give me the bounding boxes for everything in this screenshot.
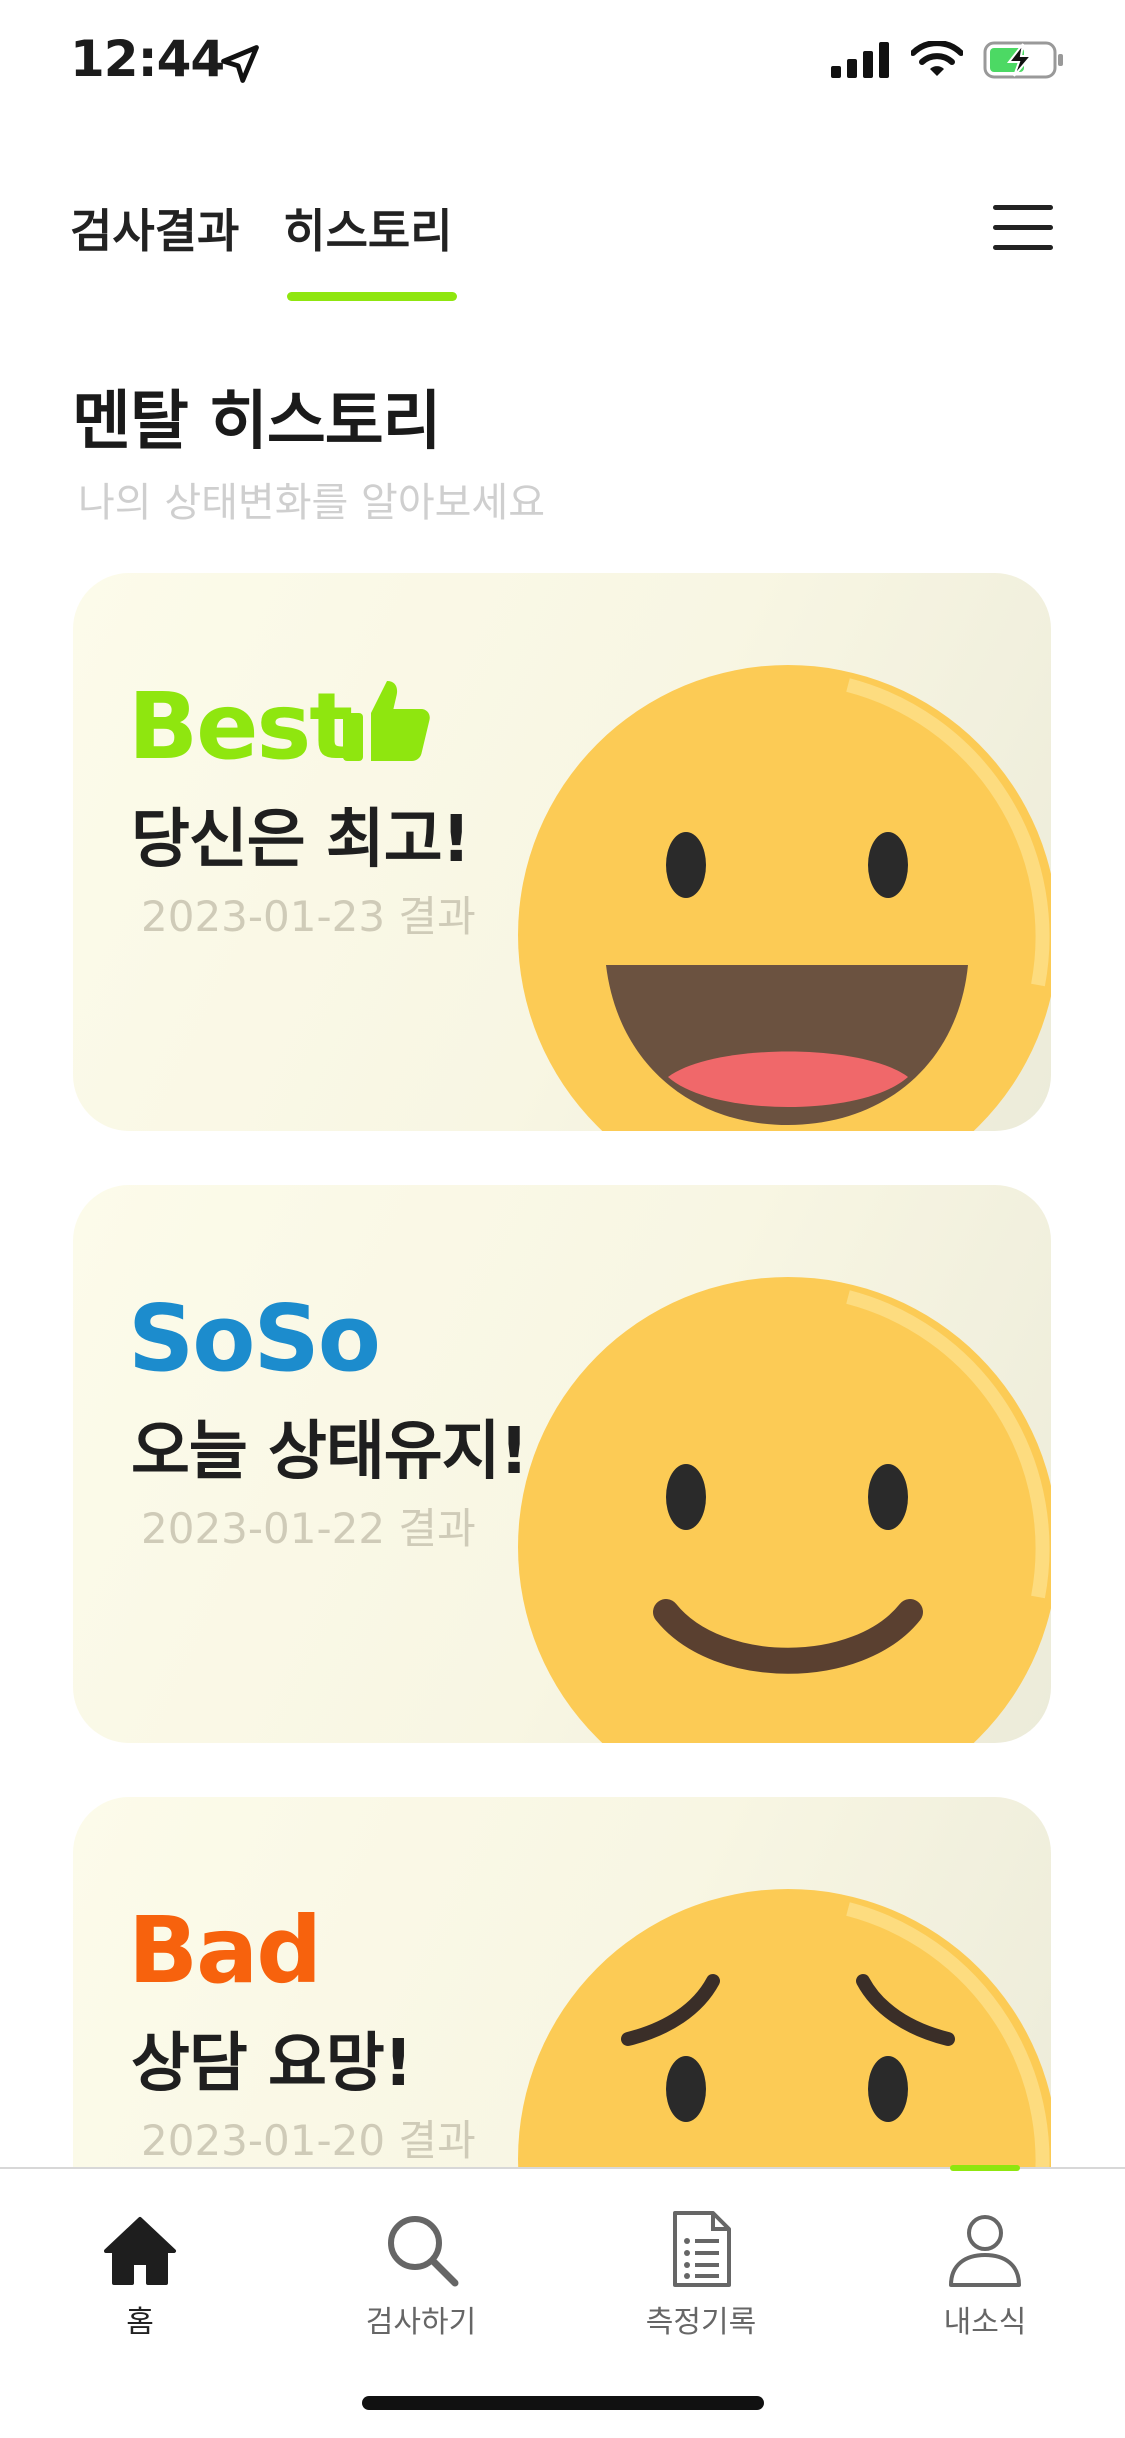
nav-label: 내소식 <box>943 2305 1027 2340</box>
nav-label: 홈 <box>126 2305 154 2340</box>
history-card-soso[interactable]: SoSo 오늘 상태유지! 2023-01-22 결과 <box>73 1185 1051 1743</box>
nav-records[interactable]: 측정기록 <box>611 2209 791 2341</box>
signal-icon <box>831 42 889 78</box>
card-message: 당신은 최고! <box>131 803 471 877</box>
laughing-face-icon <box>518 665 1051 1131</box>
person-icon <box>949 2215 1021 2287</box>
battery-charging-icon <box>983 41 1063 79</box>
nav-label: 검사하기 <box>365 2305 477 2340</box>
card-level: SoSo <box>128 1285 381 1392</box>
smiling-face-icon <box>518 1277 1051 1743</box>
card-date: 2023-01-23 결과 <box>141 892 476 941</box>
nav-home[interactable]: 홈 <box>50 2209 230 2341</box>
history-card-best[interactable]: Best 당신은 최고! 2023-01-23 결과 <box>73 573 1051 1131</box>
home-indicator <box>362 2396 764 2410</box>
status-time: 12:44 <box>70 30 225 88</box>
card-level: Best <box>128 673 353 780</box>
status-bar: 12:44 <box>0 0 1125 130</box>
location-arrow-icon <box>221 45 259 83</box>
nav-news[interactable]: 내소식 <box>895 2209 1075 2341</box>
nav-active-indicator <box>950 2165 1020 2171</box>
card-date: 2023-01-22 결과 <box>141 1504 476 1553</box>
page-title: 멘탈 히스토리 <box>72 385 442 459</box>
wifi-icon <box>911 41 963 76</box>
document-icon <box>673 2211 731 2287</box>
tab-history[interactable]: 히스토리 <box>283 195 457 301</box>
card-level: Bad <box>128 1897 322 2004</box>
thumbs-up-icon <box>343 681 430 761</box>
tab-results[interactable]: 검사결과 <box>70 195 239 301</box>
card-date: 2023-01-20 결과 <box>141 2116 476 2165</box>
menu-icon[interactable] <box>993 205 1053 251</box>
card-message: 오늘 상태유지! <box>131 1415 529 1489</box>
card-message: 상담 요망! <box>131 2027 413 2101</box>
nav-search[interactable]: 검사하기 <box>331 2209 511 2341</box>
home-icon <box>104 2217 176 2285</box>
search-icon <box>388 2216 459 2287</box>
page-subtitle: 나의 상태변화를 알아보세요 <box>78 480 546 526</box>
top-tabs: 검사결과 히스토리 <box>70 195 457 301</box>
nav-label: 측정기록 <box>645 2305 757 2340</box>
